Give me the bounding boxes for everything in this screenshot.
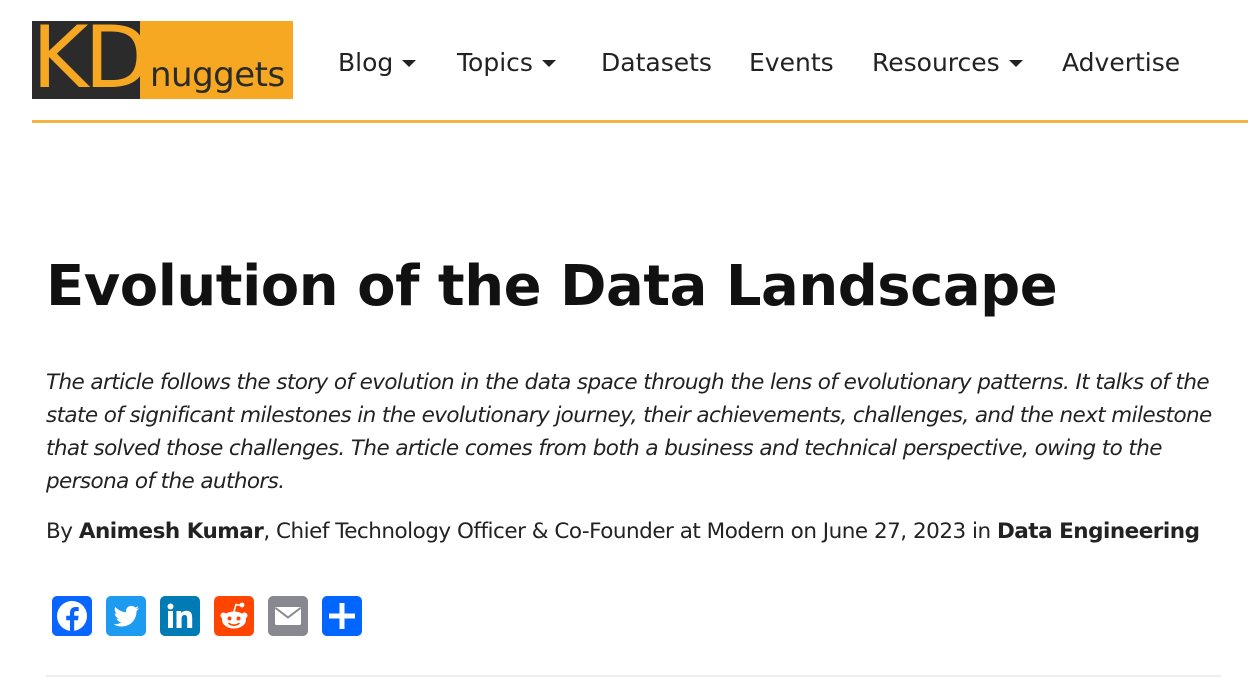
nav-item-advertise[interactable]: Advertise — [1062, 42, 1180, 82]
logo-nuggets-text: nuggets — [150, 55, 285, 95]
share-facebook-button[interactable] — [52, 596, 92, 636]
nav-label: Resources — [872, 47, 1000, 77]
share-more-button[interactable] — [322, 596, 362, 636]
share-twitter-button[interactable] — [106, 596, 146, 636]
share-icon — [329, 603, 355, 629]
kdnuggets-logo[interactable]: KD nuggets — [32, 21, 293, 99]
logo-kd-block: KD — [32, 21, 140, 99]
site-header: KD nuggets Blog Topics Datasets Events R… — [0, 0, 1248, 122]
nav-label: Topics — [457, 47, 533, 77]
byline-role: , Chief Technology Officer & Co-Founder … — [263, 519, 997, 544]
header-divider — [32, 120, 1248, 123]
share-bar — [52, 596, 362, 636]
caret-down-icon — [402, 60, 417, 67]
nav-label: Datasets — [601, 47, 712, 77]
logo-nuggets-block: nuggets — [140, 21, 293, 99]
category-link[interactable]: Data Engineering — [997, 519, 1200, 544]
logo-kd-text: KD — [32, 21, 140, 99]
content-divider — [46, 675, 1221, 677]
nav-label: Events — [749, 47, 834, 77]
nav-item-topics[interactable]: Topics — [457, 42, 556, 82]
article-byline: By Animesh Kumar, Chief Technology Offic… — [46, 515, 1206, 549]
email-icon — [274, 607, 302, 625]
article-excerpt: The article follows the story of evoluti… — [46, 370, 1212, 494]
nav-item-events[interactable]: Events — [749, 42, 834, 82]
article-title: Evolution of the Data Landscape — [46, 254, 1058, 319]
nav-label: Blog — [338, 47, 394, 77]
share-email-button[interactable] — [268, 596, 308, 636]
linkedin-icon — [167, 603, 193, 628]
nav-label: Advertise — [1062, 47, 1181, 77]
caret-down-icon — [541, 60, 556, 67]
author-link[interactable]: Animesh Kumar — [79, 519, 264, 544]
caret-down-icon — [1008, 60, 1023, 67]
nav-item-blog[interactable]: Blog — [338, 42, 417, 82]
share-linkedin-button[interactable] — [160, 596, 200, 636]
reddit-icon — [220, 602, 248, 629]
facebook-icon — [57, 601, 87, 632]
nav-item-datasets[interactable]: Datasets — [601, 42, 712, 82]
nav-item-resources[interactable]: Resources — [872, 42, 1023, 82]
byline-by: By — [46, 519, 79, 544]
twitter-icon — [113, 605, 139, 627]
share-reddit-button[interactable] — [214, 596, 254, 636]
